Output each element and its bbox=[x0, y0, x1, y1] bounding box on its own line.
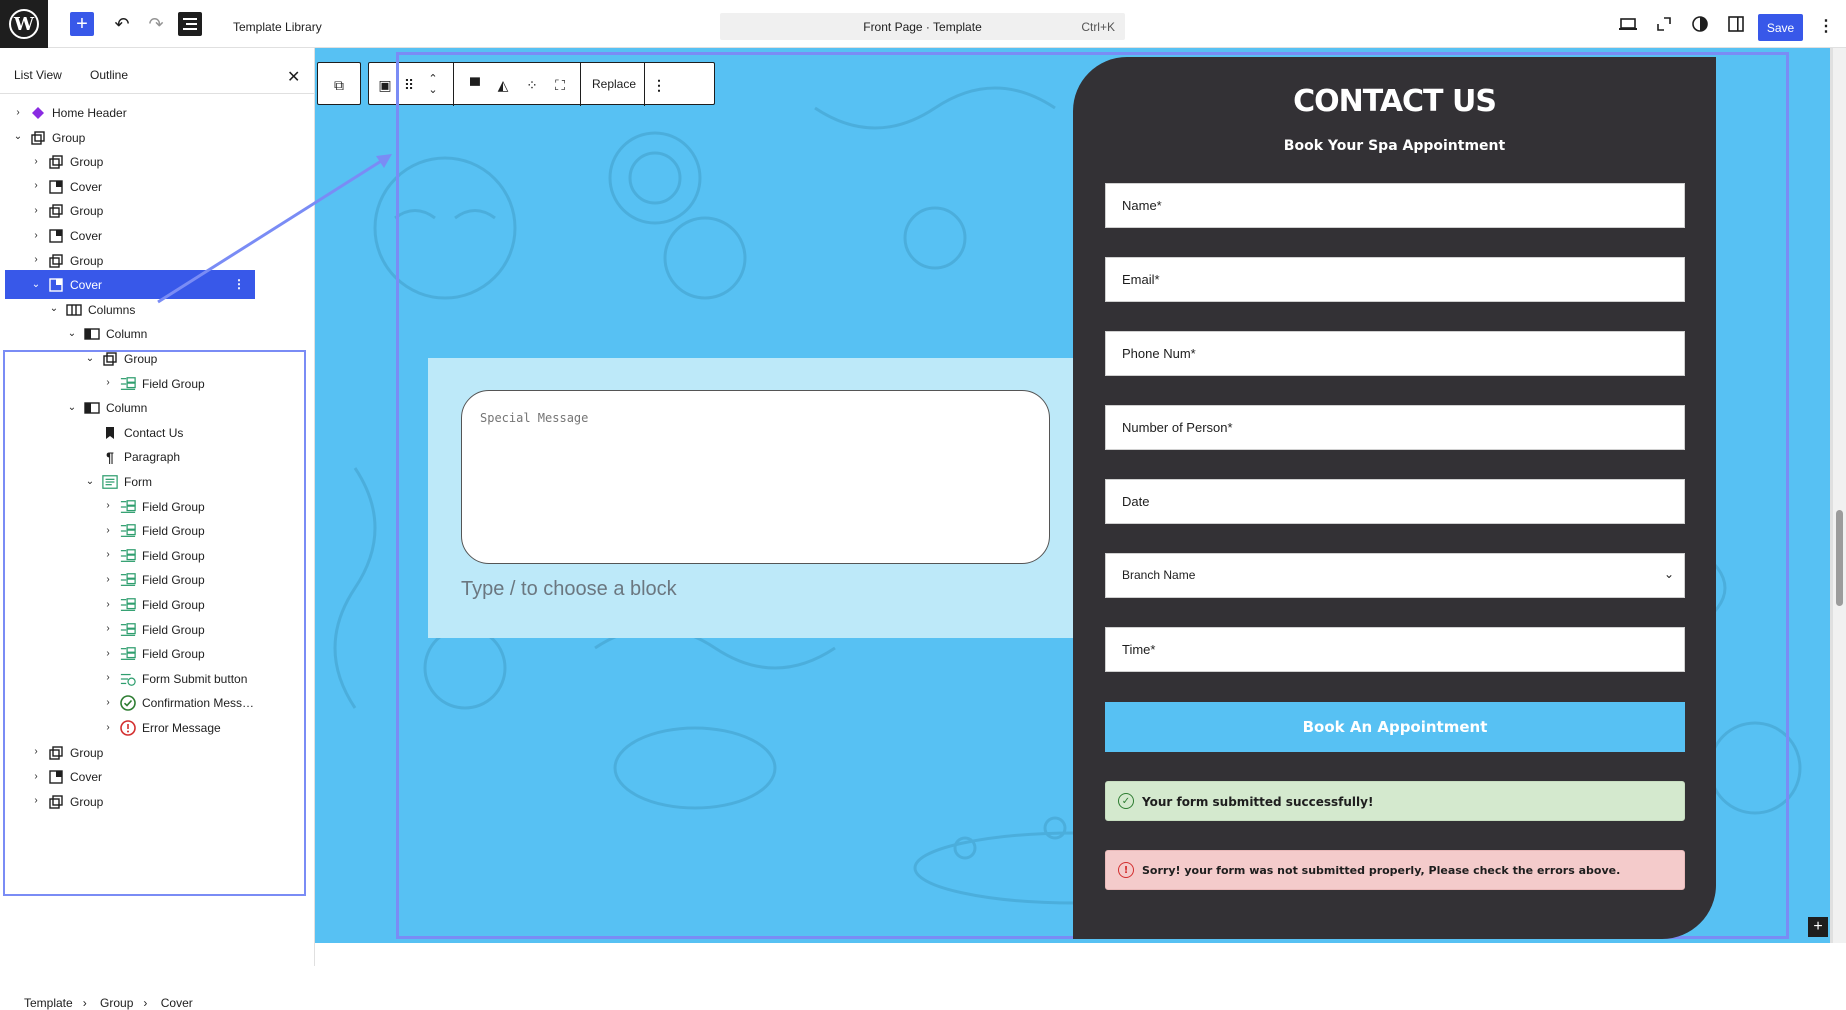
tab-list-view[interactable]: List View bbox=[14, 68, 62, 82]
list-view-item-label: Group bbox=[52, 130, 86, 145]
special-message-textarea[interactable]: Special Message bbox=[461, 390, 1050, 564]
chevron-right-icon[interactable]: › bbox=[30, 180, 42, 192]
desktop-preview-icon[interactable] bbox=[1619, 15, 1637, 33]
list-view-item-label: Columns bbox=[88, 302, 136, 317]
breadcrumb: Template › Group › Cover bbox=[24, 996, 203, 1010]
column-icon bbox=[84, 326, 100, 342]
save-button[interactable]: Save bbox=[1758, 14, 1803, 41]
check-circle-icon: ✓ bbox=[1118, 793, 1134, 809]
options-kebab-icon[interactable]: ⋮ bbox=[1818, 16, 1834, 36]
error-message: ! Sorry! your form was not submitted pro… bbox=[1105, 850, 1685, 890]
chevron-right-icon[interactable]: › bbox=[30, 204, 42, 216]
form-title: CONTACT US bbox=[1293, 84, 1497, 119]
annotation-arrow bbox=[157, 154, 392, 304]
group-icon bbox=[48, 203, 64, 219]
editor-topbar: W + ↶ ↷ Template Library Front Page · Te… bbox=[0, 0, 1846, 48]
email-field[interactable]: Email* bbox=[1105, 257, 1685, 302]
group-icon bbox=[30, 130, 46, 146]
command-bar-title: Front Page · Template bbox=[863, 20, 982, 34]
chevron-right-icon[interactable]: › bbox=[30, 254, 42, 266]
cover-icon bbox=[48, 228, 64, 244]
success-message: ✓ Your form submitted successfully! bbox=[1105, 781, 1685, 821]
command-palette-button[interactable]: Front Page · Template Ctrl+K bbox=[720, 13, 1125, 40]
add-block-inline-button[interactable]: + bbox=[1808, 917, 1828, 937]
chevron-down-icon[interactable]: ⌄ bbox=[30, 278, 42, 290]
diamond-icon bbox=[30, 105, 46, 121]
breadcrumb-item[interactable]: Cover bbox=[161, 996, 193, 1010]
chevron-right-icon[interactable]: › bbox=[30, 155, 42, 167]
cover-icon bbox=[48, 179, 64, 195]
block-appender-hint[interactable]: Type / to choose a block bbox=[461, 578, 677, 601]
tab-outline[interactable]: Outline bbox=[90, 68, 128, 82]
scrollbar-thumb[interactable] bbox=[1836, 510, 1843, 606]
group-icon: ⧉ bbox=[334, 76, 344, 93]
branch-select[interactable]: Branch Name ⌄ bbox=[1105, 553, 1685, 598]
list-view-item-label: Group bbox=[70, 155, 104, 170]
list-view-item-label: Home Header bbox=[52, 106, 127, 120]
chevron-down-icon[interactable]: ⌄ bbox=[12, 131, 24, 143]
add-block-button[interactable]: + bbox=[70, 12, 94, 36]
cover-icon bbox=[48, 277, 64, 293]
chevron-down-icon: ⌄ bbox=[1663, 567, 1674, 581]
error-circle-icon: ! bbox=[1118, 862, 1134, 878]
chevron-right-icon: › bbox=[143, 996, 148, 1010]
settings-sidebar-icon[interactable] bbox=[1727, 15, 1745, 33]
name-field[interactable]: Name* bbox=[1105, 183, 1685, 228]
list-view-item-label: Column bbox=[106, 327, 148, 342]
wordpress-logo-button[interactable]: W bbox=[0, 0, 48, 48]
chevron-down-icon[interactable]: ⌄ bbox=[48, 303, 60, 315]
breadcrumb-item[interactable]: Template bbox=[24, 996, 73, 1010]
fullscreen-icon[interactable] bbox=[1655, 15, 1673, 33]
chevron-right-icon: › bbox=[82, 996, 87, 1010]
breadcrumb-item[interactable]: Group bbox=[100, 996, 133, 1010]
list-view-item-label: Group bbox=[70, 204, 104, 219]
group-icon bbox=[48, 154, 64, 170]
branch-select-value: Branch Name bbox=[1122, 568, 1196, 582]
template-library-label: Template Library bbox=[233, 20, 322, 34]
wordpress-icon: W bbox=[9, 9, 39, 39]
group-icon bbox=[48, 253, 64, 269]
time-field[interactable]: Time* bbox=[1105, 627, 1685, 672]
list-view-icon bbox=[183, 18, 197, 30]
list-view-item-label: Cover bbox=[70, 229, 103, 243]
command-bar-shortcut: Ctrl+K bbox=[1081, 20, 1115, 34]
undo-button[interactable]: ↶ bbox=[110, 12, 134, 36]
redo-button[interactable]: ↷ bbox=[144, 12, 168, 36]
selected-branch-outline bbox=[3, 350, 306, 896]
list-view-item-label: Cover bbox=[70, 179, 103, 194]
list-view-item-label: Cover bbox=[70, 278, 103, 293]
chevron-right-icon[interactable]: › bbox=[30, 229, 42, 241]
sidebar-tabs: List View Outline ✕ bbox=[0, 48, 314, 94]
error-message-text: Sorry! your form was not submitted prope… bbox=[1142, 864, 1621, 877]
phone-field[interactable]: Phone Num* bbox=[1105, 331, 1685, 376]
chevron-right-icon[interactable]: › bbox=[12, 106, 24, 118]
canvas-footer-strip bbox=[316, 943, 1846, 966]
persons-field[interactable]: Number of Person* bbox=[1105, 405, 1685, 450]
close-icon[interactable]: ✕ bbox=[287, 67, 300, 87]
book-appointment-button[interactable]: Book An Appointment bbox=[1105, 702, 1685, 752]
date-field[interactable]: Date bbox=[1105, 479, 1685, 524]
document-overview-button[interactable] bbox=[178, 12, 202, 36]
cover-icon[interactable]: ▣ bbox=[375, 75, 395, 95]
list-view-item-label: Group bbox=[70, 253, 104, 268]
chevron-down-icon[interactable]: ⌄ bbox=[66, 327, 78, 339]
success-message-text: Your form submitted successfully! bbox=[1142, 795, 1374, 809]
columns-icon bbox=[66, 302, 82, 318]
styles-contrast-icon[interactable] bbox=[1691, 15, 1709, 33]
canvas-scrollbar[interactable] bbox=[1833, 48, 1846, 943]
form-subtitle: Book Your Spa Appointment bbox=[1283, 138, 1506, 154]
parent-selector-button[interactable]: ⧉ bbox=[317, 62, 361, 105]
